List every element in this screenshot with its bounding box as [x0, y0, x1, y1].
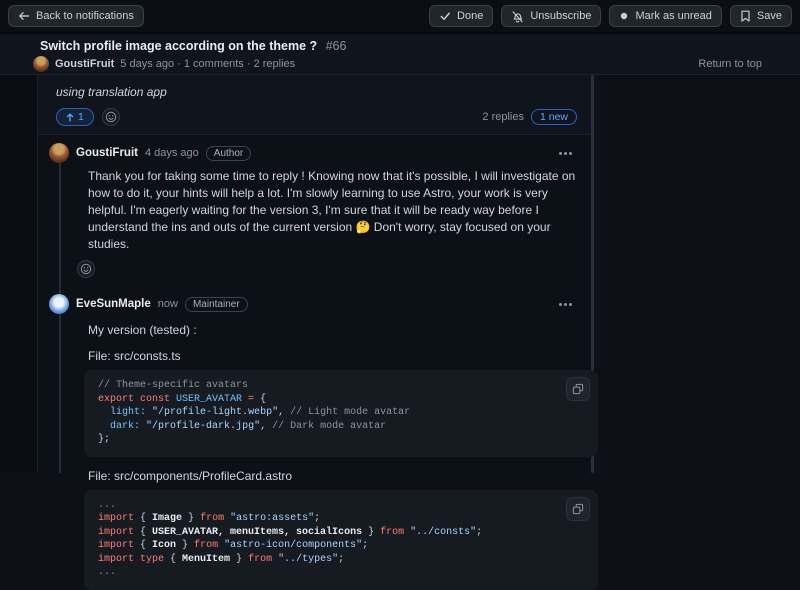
return-to-top-link[interactable]: Return to top	[698, 58, 762, 70]
issue-meta-row: GoustiFruit 5 days ago · 1 comments · 2 …	[33, 56, 295, 72]
issue-title-row: Switch profile image according on the th…	[40, 39, 346, 53]
back-button-label: Back to notifications	[36, 11, 134, 22]
notification-toolbar: Back to notifications Done Unsubscribe M…	[0, 0, 800, 34]
comment-time: 4 days ago	[145, 147, 199, 159]
replies-count: 2 replies	[482, 111, 524, 123]
comment-body: Thank you for taking some time to reply …	[88, 168, 588, 253]
author-badge: Author	[206, 146, 251, 161]
comment-reaction-row	[77, 260, 577, 280]
maintainer-badge: Maintainer	[185, 297, 248, 312]
new-replies-badge: 1 new	[531, 109, 577, 125]
comment-author[interactable]: GoustiFruit	[76, 147, 138, 159]
upvote-count: 1	[78, 111, 84, 123]
issue-author-avatar[interactable]	[33, 56, 49, 72]
file-label-profilecard: File: src/components/ProfileCard.astro	[88, 469, 577, 483]
comment-time: now	[158, 298, 178, 310]
code-block-consts: // Theme-specific avatarsexport const US…	[84, 370, 598, 457]
copy-code-button[interactable]	[566, 377, 590, 401]
bookmark-icon	[740, 10, 751, 22]
right-background-area	[595, 75, 800, 473]
done-button[interactable]: Done	[429, 5, 493, 27]
comment-evesunmaple: EveSunMaple now Maintainer My version (t…	[38, 286, 591, 590]
goustifruit-avatar[interactable]	[49, 143, 69, 163]
comment-menu-button[interactable]	[553, 296, 577, 312]
arrow-left-icon	[18, 10, 30, 22]
unsubscribe-button-label: Unsubscribe	[530, 11, 591, 22]
code-block-profilecard: ...import { Image } from "astro:assets";…	[84, 490, 598, 590]
kebab-menu-icon	[564, 303, 567, 306]
comment-header: EveSunMaple now Maintainer	[49, 294, 577, 314]
comment-author[interactable]: EveSunMaple	[76, 298, 151, 310]
copy-code-button[interactable]	[566, 497, 590, 521]
reaction-row: 1 2 replies 1 new	[56, 108, 577, 126]
issue-header: Switch profile image according on the th…	[0, 34, 800, 75]
comment-intro-text: My version (tested) :	[88, 323, 577, 337]
mark-as-unread-button-label: Mark as unread	[635, 11, 711, 22]
add-reaction-button[interactable]	[102, 108, 120, 126]
mark-as-unread-button[interactable]: Mark as unread	[609, 5, 721, 27]
notification-detail-page: { "colors": { "accent_blue": "#58a6ff", …	[0, 0, 800, 473]
back-to-notifications-button[interactable]: Back to notifications	[8, 5, 144, 27]
issue-author-name[interactable]: GoustiFruit	[55, 58, 114, 70]
issue-number: #66	[326, 39, 347, 53]
unsubscribe-button[interactable]: Unsubscribe	[501, 5, 601, 27]
bell-slash-icon	[511, 10, 524, 23]
comment-thread-column: using translation app 1 2 replies 1 new	[37, 75, 591, 473]
original-comment-footer: using translation app 1 2 replies 1 new	[38, 75, 591, 135]
kebab-menu-icon	[564, 152, 567, 155]
check-icon	[439, 10, 451, 22]
comment-excerpt-text: using translation app	[56, 85, 577, 99]
evesunmaple-avatar[interactable]	[49, 294, 69, 314]
file-label-consts: File: src/consts.ts	[88, 349, 577, 363]
issue-title: Switch profile image according on the th…	[40, 39, 317, 53]
issue-meta-text: 5 days ago · 1 comments · 2 replies	[120, 58, 295, 70]
replies-summary: 2 replies 1 new	[482, 109, 577, 125]
arrow-up-icon	[66, 113, 74, 122]
add-reaction-button[interactable]	[77, 260, 95, 278]
unread-dot-icon	[619, 11, 629, 21]
comment-menu-button[interactable]	[553, 145, 577, 161]
comment-goustifruit: GoustiFruit 4 days ago Author Thank you …	[38, 135, 591, 280]
done-button-label: Done	[457, 11, 483, 22]
save-button[interactable]: Save	[730, 5, 792, 27]
thread-content-area: using translation app 1 2 replies 1 new	[0, 75, 800, 473]
notification-actions: Done Unsubscribe Mark as unread Save	[429, 5, 792, 27]
upvote-button[interactable]: 1	[56, 108, 94, 126]
comment-header: GoustiFruit 4 days ago Author	[49, 143, 577, 163]
left-gutter	[0, 75, 37, 473]
save-button-label: Save	[757, 11, 782, 22]
